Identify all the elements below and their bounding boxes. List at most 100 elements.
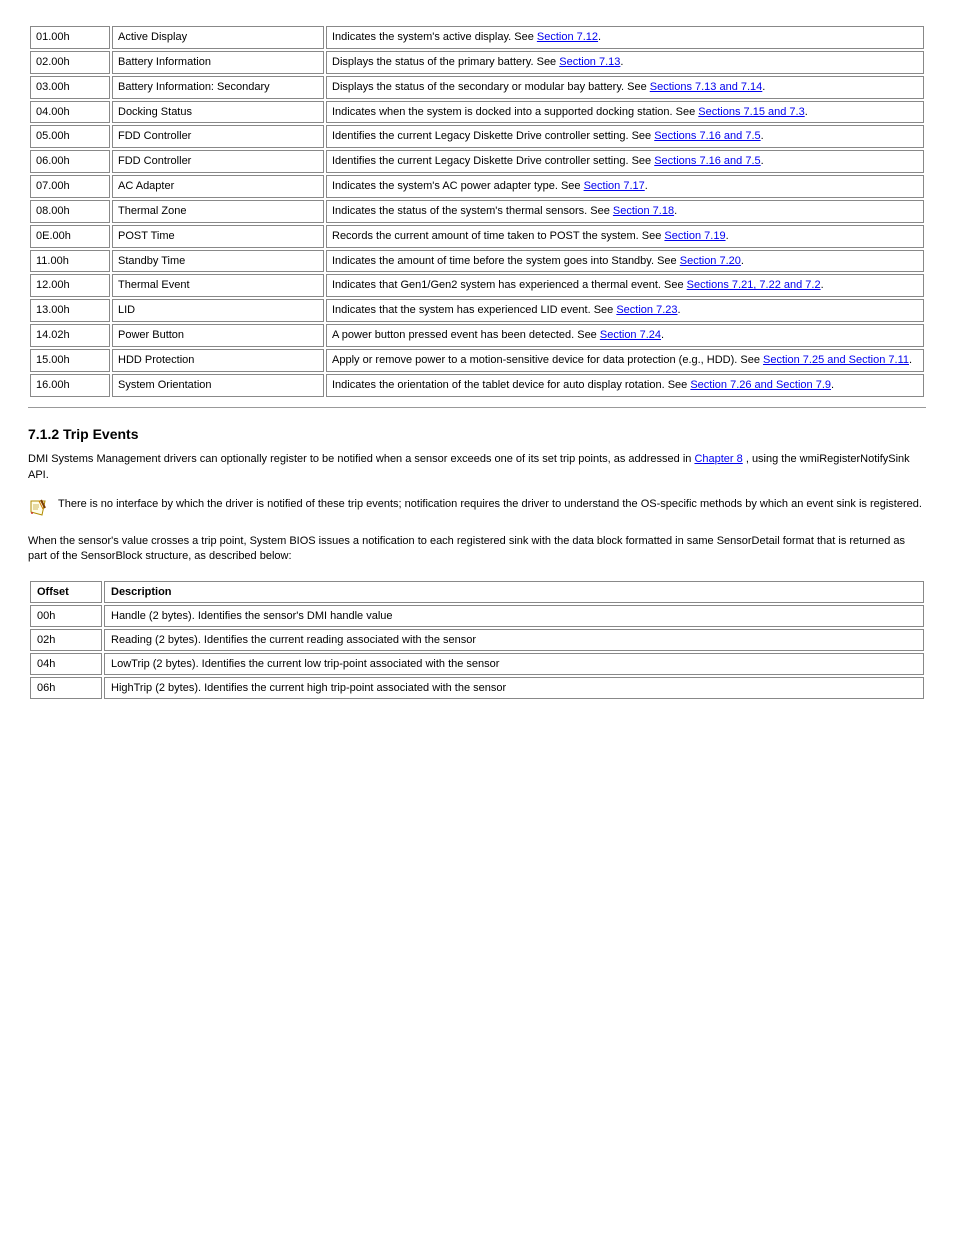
cell-id: 05.00h xyxy=(30,125,110,148)
desc-text: Displays the status of the primary batte… xyxy=(332,56,559,68)
section-link[interactable]: Sections 7.21, 7.22 and 7.2 xyxy=(687,279,821,291)
cell-id: 14.02h xyxy=(30,324,110,347)
cell-offset: 02h xyxy=(30,629,102,651)
note-icon xyxy=(28,498,48,518)
table-row: 13.00hLIDIndicates that the system has e… xyxy=(30,299,924,322)
section-link[interactable]: Section 7.13 xyxy=(559,56,620,68)
table-row: 06.00hFDD ControllerIdentifies the curre… xyxy=(30,150,924,173)
cell-desc: Indicates the status of the system's the… xyxy=(326,200,924,223)
desc-text-post: . xyxy=(805,106,808,118)
cell-desc: Indicates that Gen1/Gen2 system has expe… xyxy=(326,274,924,297)
cell-desc: Indicates the system's AC power adapter … xyxy=(326,175,924,198)
cell-desc: Indicates the amount of time before the … xyxy=(326,250,924,273)
cell-name: Power Button xyxy=(112,324,324,347)
section-para-2: When the sensor's value crosses a trip p… xyxy=(28,534,926,566)
cell-description: Handle (2 bytes). Identifies the sensor'… xyxy=(104,605,924,627)
section-link[interactable]: Sections 7.16 and 7.5 xyxy=(654,155,760,167)
section-heading: 7.1.2 Trip Events xyxy=(28,426,926,442)
cell-offset: 06h xyxy=(30,677,102,699)
cell-id: 03.00h xyxy=(30,76,110,99)
cell-desc: Displays the status of the secondary or … xyxy=(326,76,924,99)
cell-desc: Apply or remove power to a motion-sensit… xyxy=(326,349,924,372)
section-link[interactable]: Sections 7.15 and 7.3 xyxy=(698,106,804,118)
desc-text: Records the current amount of time taken… xyxy=(332,230,664,242)
cell-id: 16.00h xyxy=(30,374,110,397)
desc-text: Identifies the current Legacy Diskette D… xyxy=(332,130,654,142)
cell-desc: Indicates the orientation of the tablet … xyxy=(326,374,924,397)
table-row: 08.00hThermal ZoneIndicates the status o… xyxy=(30,200,924,223)
section-link[interactable]: Section 7.17 xyxy=(584,180,645,192)
table-row: 01.00hActive DisplayIndicates the system… xyxy=(30,26,924,49)
cell-name: Thermal Event xyxy=(112,274,324,297)
desc-text-post: . xyxy=(598,31,601,43)
cell-description: LowTrip (2 bytes). Identifies the curren… xyxy=(104,653,924,675)
desc-text: A power button pressed event has been de… xyxy=(332,329,600,341)
chapter-link[interactable]: Chapter 8 xyxy=(694,453,742,465)
cell-desc: A power button pressed event has been de… xyxy=(326,324,924,347)
desc-text: Indicates when the system is docked into… xyxy=(332,106,698,118)
desc-text: Indicates the status of the system's the… xyxy=(332,205,613,217)
table-row: 0E.00hPOST Time Records the current amoun… xyxy=(30,225,924,248)
cell-id: 0E.00h xyxy=(30,225,110,248)
section-link[interactable]: Section 7.12 xyxy=(537,31,598,43)
table-row: 02.00hBattery InformationDisplays the st… xyxy=(30,51,924,74)
table-row: 00hHandle (2 bytes). Identifies the sens… xyxy=(30,605,924,627)
note-text: There is no interface by which the drive… xyxy=(58,498,926,510)
cell-name: Active Display xyxy=(112,26,324,49)
desc-text-post: . xyxy=(645,180,648,192)
cell-id: 15.00h xyxy=(30,349,110,372)
cell-id: 11.00h xyxy=(30,250,110,273)
desc-text: Indicates the amount of time before the … xyxy=(332,255,680,267)
col-offset-header: Offset xyxy=(30,581,102,603)
cell-desc: Displays the status of the primary batte… xyxy=(326,51,924,74)
desc-text-post: . xyxy=(821,279,824,291)
desc-text-post: . xyxy=(761,130,764,142)
table-row: 05.00hFDD ControllerIdentifies the curre… xyxy=(30,125,924,148)
table-row: 11.00hStandby TimeIndicates the amount o… xyxy=(30,250,924,273)
cell-description: HighTrip (2 bytes). Identifies the curre… xyxy=(104,677,924,699)
cell-name: LID xyxy=(112,299,324,322)
cell-desc: Records the current amount of time taken… xyxy=(326,225,924,248)
table-row: 07.00hAC AdapterIndicates the system's A… xyxy=(30,175,924,198)
table-row: 02hReading (2 bytes). Identifies the cur… xyxy=(30,629,924,651)
section-link[interactable]: Section 7.25 and Section 7.11 xyxy=(763,354,909,366)
cell-desc: Indicates when the system is docked into… xyxy=(326,101,924,124)
desc-text-post: . xyxy=(674,205,677,217)
table-row: 15.00hHDD ProtectionApply or remove powe… xyxy=(30,349,924,372)
cell-name: Battery Information: Secondary xyxy=(112,76,324,99)
cell-id: 04.00h xyxy=(30,101,110,124)
section-link[interactable]: Section 7.23 xyxy=(616,304,677,316)
cell-desc: Indicates the system's active display. S… xyxy=(326,26,924,49)
cell-id: 08.00h xyxy=(30,200,110,223)
table-row: 14.02hPower Button A power button pressed… xyxy=(30,324,924,347)
sensor-list-table: 01.00hActive DisplayIndicates the system… xyxy=(28,24,926,399)
cell-name: POST Time xyxy=(112,225,324,248)
section-link[interactable]: Section 7.24 xyxy=(600,329,661,341)
cell-desc: Indicates that the system has experience… xyxy=(326,299,924,322)
desc-text-post: . xyxy=(726,230,729,242)
cell-name: FDD Controller xyxy=(112,150,324,173)
divider xyxy=(28,407,926,408)
desc-text-post: . xyxy=(831,379,834,391)
section-link[interactable]: Section 7.20 xyxy=(680,255,741,267)
section-link[interactable]: Sections 7.16 and 7.5 xyxy=(654,130,760,142)
section-link[interactable]: Sections 7.13 and 7.14 xyxy=(650,81,763,93)
desc-text: Indicates the system's AC power adapter … xyxy=(332,180,584,192)
desc-text: Indicates the orientation of the tablet … xyxy=(332,379,690,391)
para1-pre: DMI Systems Management drivers can optio… xyxy=(28,453,694,465)
desc-text-post: . xyxy=(761,155,764,167)
cell-name: Docking Status xyxy=(112,101,324,124)
table-row: 04.00hDocking Status Indicates when the s… xyxy=(30,101,924,124)
section-link[interactable]: Section 7.18 xyxy=(613,205,674,217)
desc-text: Indicates the system's active display. S… xyxy=(332,31,537,43)
cell-id: 07.00h xyxy=(30,175,110,198)
desc-text-post: . xyxy=(762,81,765,93)
desc-text: Displays the status of the secondary or … xyxy=(332,81,650,93)
desc-text: Apply or remove power to a motion-sensit… xyxy=(332,354,763,366)
desc-text-post: . xyxy=(620,56,623,68)
desc-text: Identifies the current Legacy Diskette D… xyxy=(332,155,654,167)
cell-description: Reading (2 bytes). Identifies the curren… xyxy=(104,629,924,651)
section-link[interactable]: Section 7.19 xyxy=(664,230,725,242)
section-link[interactable]: Section 7.26 and Section 7.9 xyxy=(690,379,831,391)
sensor-detail-table: Offset Description 00hHandle (2 bytes). … xyxy=(28,579,926,701)
